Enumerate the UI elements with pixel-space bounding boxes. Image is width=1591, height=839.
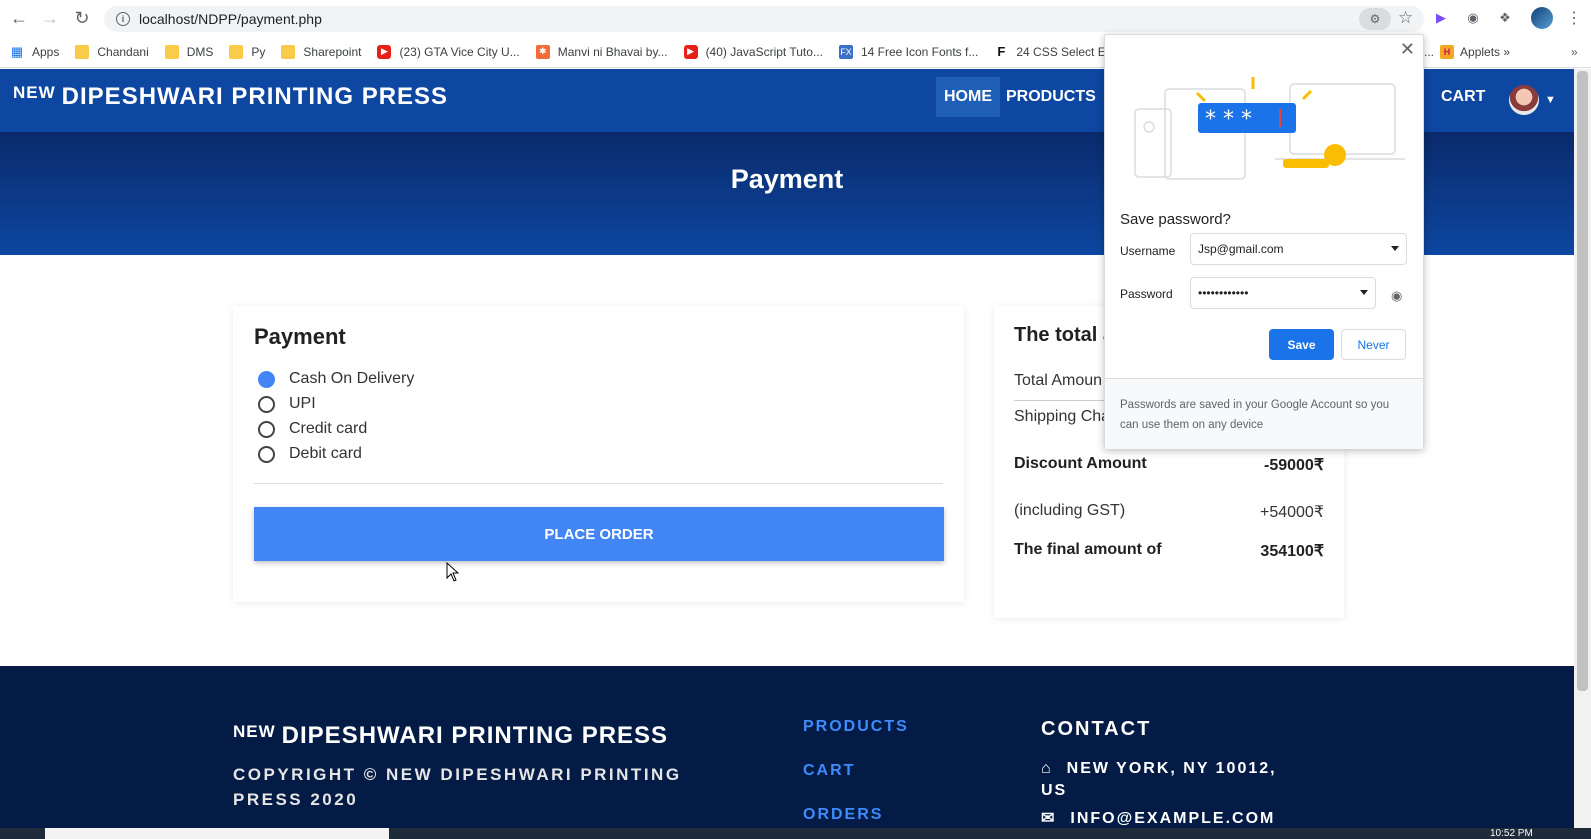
f-icon: F xyxy=(997,44,1006,59)
folder-icon xyxy=(75,44,90,59)
save-password-dialog: ✕ * * * Save password? Username Jsp@gmai… xyxy=(1104,34,1424,449)
gst-row: (including GST) +54000₹ xyxy=(1014,502,1324,521)
radio-icon[interactable] xyxy=(258,420,275,438)
eye-icon[interactable]: ◉ xyxy=(1391,288,1402,304)
payment-option-credit-card[interactable]: Credit card xyxy=(258,420,367,438)
fx-icon: FX xyxy=(838,44,853,59)
save-password-footer: Passwords are saved in your Google Accou… xyxy=(1105,378,1423,449)
chevron-down-icon[interactable] xyxy=(1360,290,1368,295)
address-bar[interactable]: i localhost/NDPP/payment.php xyxy=(104,6,1424,32)
folder-icon xyxy=(281,44,296,59)
radio-icon[interactable] xyxy=(258,445,275,463)
footer-address: ⌂ NEW YORK, NY 10012, US xyxy=(1041,760,1277,799)
orange-site-icon: ✱ xyxy=(535,44,550,59)
page-scrollbar[interactable] xyxy=(1574,69,1591,839)
chevron-down-icon[interactable] xyxy=(1391,246,1399,251)
taskbar-search[interactable] xyxy=(45,828,389,839)
discount-row: Discount Amount -59000₹ xyxy=(1014,455,1324,474)
puzzle-icon[interactable]: ❖ xyxy=(1496,9,1514,27)
never-button[interactable]: Never xyxy=(1341,329,1406,360)
bookmark-icon-fonts[interactable]: FX 14 Free Icon Fonts f... xyxy=(838,44,978,59)
total-heading: The total a xyxy=(1014,324,1115,346)
nav-products[interactable]: PRODUCTS xyxy=(998,77,1104,117)
home-icon: ⌂ xyxy=(1041,760,1053,777)
username-label: Username xyxy=(1120,244,1176,258)
password-label: Password xyxy=(1120,287,1173,301)
folder-icon xyxy=(229,44,244,59)
forward-arrow-icon[interactable]: → xyxy=(34,2,66,34)
payment-option-upi[interactable]: UPI xyxy=(258,395,316,413)
masked-password-text: * * * xyxy=(1205,107,1252,132)
divider xyxy=(254,483,943,484)
caret-down-icon[interactable]: ▼ xyxy=(1545,94,1556,106)
final-amount-row: The final amount of 354100₹ xyxy=(1014,541,1324,560)
payment-option-debit-card[interactable]: Debit card xyxy=(258,445,362,463)
bookmark-applets[interactable]: s... H Applets » xyxy=(1418,44,1510,59)
url-text: localhost/NDPP/payment.php xyxy=(139,11,322,27)
user-avatar[interactable] xyxy=(1509,85,1539,115)
bookmark-chandani[interactable]: Chandani xyxy=(75,44,149,59)
menu-kebab-icon[interactable]: ⋮ xyxy=(1566,8,1582,28)
nav-home[interactable]: HOME xyxy=(936,77,1000,117)
bookmark-sharepoint[interactable]: Sharepoint xyxy=(281,44,361,59)
mouse-cursor-icon xyxy=(446,562,460,582)
bookmarks-overflow-icon[interactable]: » xyxy=(1571,45,1578,59)
scrollbar-thumb[interactable] xyxy=(1577,71,1588,691)
payment-option-cod[interactable]: Cash On Delivery xyxy=(258,370,414,388)
key-icon[interactable]: ⚙ xyxy=(1359,8,1391,30)
os-taskbar: 10:52 PM xyxy=(0,828,1591,839)
bookmark-javascript[interactable]: ▶ (40) JavaScript Tuto... xyxy=(683,44,823,59)
applets-icon: H xyxy=(1440,44,1455,59)
username-field[interactable]: Jsp@gmail.com xyxy=(1190,233,1407,265)
star-icon[interactable]: ☆ xyxy=(1398,8,1413,28)
footer-link-products[interactable]: PRODUCTS xyxy=(803,718,909,736)
bookmark-apps[interactable]: ▦ Apps xyxy=(10,43,60,59)
browser-profile-avatar[interactable] xyxy=(1531,7,1553,29)
back-arrow-icon[interactable]: ← xyxy=(3,2,35,34)
password-field[interactable]: •••••••••••• xyxy=(1190,277,1376,309)
footer-copyright: COPYRIGHT © NEW DIPESHWARI PRINTING PRES… xyxy=(233,765,682,809)
camera-icon[interactable]: ◉ xyxy=(1464,9,1482,27)
apps-grid-icon: ▦ xyxy=(10,43,24,59)
nav-cart[interactable]: CART xyxy=(1433,77,1493,117)
site-brand[interactable]: NEW DIPESHWARI PRINTING PRESS xyxy=(13,83,448,111)
youtube-icon: ▶ xyxy=(683,44,698,59)
footer-link-orders[interactable]: ORDERS xyxy=(803,806,883,824)
site-footer: NEW DIPESHWARI PRINTING PRESS COPYRIGHT ©… xyxy=(0,666,1574,828)
save-password-title: Save password? xyxy=(1120,211,1231,228)
bookmark-dms[interactable]: DMS xyxy=(164,44,213,59)
password-illustration: * * * xyxy=(1134,77,1405,180)
extension-play-icon[interactable]: ▶ xyxy=(1432,9,1450,27)
radio-icon[interactable] xyxy=(258,395,275,413)
footer-email: ✉ INFO@EXAMPLE.COM xyxy=(1041,810,1276,827)
site-info-icon[interactable]: i xyxy=(116,12,130,26)
footer-link-cart[interactable]: CART xyxy=(803,762,855,780)
footer-brand: NEW DIPESHWARI PRINTING PRESS xyxy=(233,722,669,749)
youtube-icon: ▶ xyxy=(377,44,392,59)
reload-icon[interactable]: ↻ xyxy=(66,2,98,34)
radio-checked-icon[interactable] xyxy=(258,370,275,388)
browser-toolbar: ← → ↻ i localhost/NDPP/payment.php ⚙ ☆ ▶… xyxy=(0,0,1591,36)
save-button[interactable]: Save xyxy=(1269,329,1334,360)
bookmark-gta[interactable]: ▶ (23) GTA Vice City U... xyxy=(377,44,520,59)
payment-heading: Payment xyxy=(254,324,346,349)
envelope-icon: ✉ xyxy=(1041,810,1057,827)
taskbar-clock: 10:52 PM xyxy=(1490,828,1533,839)
place-order-button[interactable]: PLACE ORDER xyxy=(254,507,944,561)
bookmark-manvi[interactable]: ✱ Manvi ni Bhavai by... xyxy=(535,44,668,59)
close-icon[interactable]: ✕ xyxy=(1400,39,1415,60)
footer-contact-heading: CONTACT xyxy=(1041,718,1152,740)
payment-card: Payment Cash On Delivery UPI Credit card… xyxy=(233,306,964,602)
folder-icon xyxy=(164,44,179,59)
bookmark-py[interactable]: Py xyxy=(229,44,265,59)
bookmark-css-select[interactable]: F 24 CSS Select E xyxy=(994,44,1105,59)
